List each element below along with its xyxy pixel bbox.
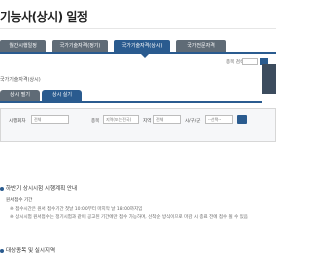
tab-monthly-schedule[interactable]: 월간시행일정 (0, 40, 46, 52)
tab-national-regular[interactable]: 국가기술자격(정기) (52, 40, 108, 52)
district-select[interactable]: --선택-- (205, 115, 233, 124)
tab-written-exam[interactable]: 상시 필기 (0, 90, 40, 101)
notice-line: ※ 접수시간은 원서 접수기간 첫날 10:00부터 마지막 날 18:00까지… (10, 207, 143, 212)
bullet-icon (0, 186, 4, 191)
breadcrumb: 국가기술자격(상시) (0, 77, 41, 83)
bullet-icon (0, 248, 4, 253)
plan-heading-text: 하반기 상시시험 시행계획 안내 (6, 186, 78, 192)
side-panel (262, 64, 276, 94)
notice-line: ※ 상시시험 원서접수는 정기시험과 같이 공고된 기간에만 접수 가능하며, … (10, 215, 248, 220)
receipt-heading: 원서접수 기간 (6, 198, 33, 203)
region-label: 지역 (143, 119, 152, 124)
sub-tab-underline (0, 101, 262, 103)
district-label: 시/구/군 (185, 119, 201, 124)
main-tab-bar: 월간시행일정 국가기술자격(정기) 국가기술자격(상시) 국가전문자격 (0, 40, 276, 54)
round-label: 시행회차 (9, 119, 26, 124)
active-tab-pointer (141, 54, 149, 58)
item-select[interactable]: 지역(또는전국) (103, 115, 139, 124)
filter-panel: 시행회차 전체 종목 지역(또는전국) 지역 전체 시/구/군 --선택-- (0, 108, 276, 142)
item-label: 종목 (91, 119, 100, 124)
search-input[interactable] (242, 58, 258, 65)
round-select[interactable]: 전체 (31, 115, 69, 124)
title-divider (0, 28, 276, 29)
tab-practical-exam[interactable]: 상시 실기 (42, 90, 82, 101)
region-select[interactable]: 전체 (153, 115, 181, 124)
tab-national-continuous[interactable]: 국가기술자격(상시) (114, 40, 170, 52)
venue-heading: 대상종목 및 실시지역 (0, 246, 55, 254)
filter-search-button[interactable] (237, 115, 247, 124)
tab-professional[interactable]: 국가전문자격 (176, 40, 226, 52)
plan-heading: 하반기 상시시험 시행계획 안내 (0, 184, 77, 192)
page-title: 기능사(상시) 일정 (0, 10, 88, 24)
venue-heading-text: 대상종목 및 실시지역 (6, 248, 56, 254)
